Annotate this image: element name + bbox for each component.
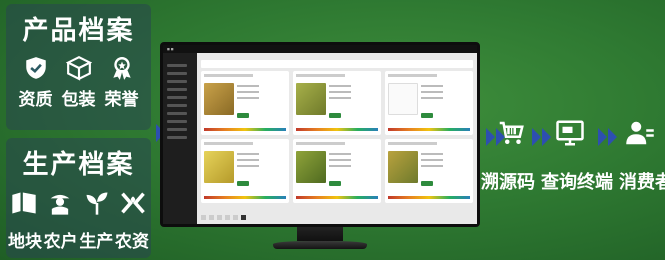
award-medal-icon	[112, 57, 131, 80]
production-archive-title: 生产档案	[22, 150, 135, 180]
screen-pagination[interactable]	[201, 215, 473, 221]
land-plot-label: 地块	[8, 232, 42, 252]
arrow-3	[598, 128, 618, 146]
flow-labels: 溯源码 查询终端 消费者	[481, 160, 665, 194]
scan-cart-icon	[499, 121, 524, 144]
agri-supplies-item	[119, 189, 147, 217]
product-archive-panel: 产品档案 资质 包装 荣誉	[6, 4, 151, 130]
product-card[interactable]	[201, 139, 289, 203]
monitor-stand-base	[273, 241, 367, 249]
product-card[interactable]	[385, 71, 473, 135]
screen-filter-bar	[201, 60, 473, 68]
farmer-label: 农户	[43, 232, 78, 252]
screen-titlebar: ■ ■	[163, 45, 477, 53]
consumer-icon	[626, 121, 654, 145]
farmer-icon	[50, 194, 70, 215]
arrow-2	[532, 128, 552, 146]
production-item	[83, 189, 111, 217]
query-terminal-item	[554, 118, 586, 152]
production-label: 生产	[79, 232, 114, 252]
shield-check-icon	[25, 57, 46, 79]
product-card[interactable]	[201, 71, 289, 135]
farmer-item	[46, 189, 74, 217]
land-plot-icon	[12, 192, 36, 214]
traceability-code-label: 溯源码	[481, 172, 535, 193]
honor-item: 荣誉	[105, 55, 139, 110]
land-plot-item	[10, 189, 38, 217]
packaging-item: 包装	[62, 55, 96, 110]
fertilizer-icon	[121, 192, 145, 214]
consumer-label: 消费者	[619, 172, 665, 193]
product-card[interactable]	[385, 139, 473, 203]
query-terminal-label: 查询终端	[541, 172, 613, 193]
package-box-icon	[65, 55, 92, 81]
product-card[interactable]	[293, 139, 381, 203]
agri-supplies-label: 农资	[114, 232, 149, 252]
consumer-item	[625, 118, 655, 152]
product-card[interactable]	[293, 71, 381, 135]
qualification-item: 资质	[19, 55, 53, 110]
production-archive-panel: 生产档案 地块 农户 生产 农资	[6, 138, 151, 258]
screen-content	[197, 53, 477, 224]
query-terminal-icon	[556, 120, 584, 146]
product-archive-title: 产品档案	[22, 16, 135, 46]
monitor-screen: ■ ■	[160, 42, 480, 227]
monitor-stand-neck	[297, 227, 343, 241]
sprout-icon	[86, 192, 108, 215]
traceability-code-item	[496, 118, 526, 152]
screen-sidebar	[163, 53, 197, 224]
